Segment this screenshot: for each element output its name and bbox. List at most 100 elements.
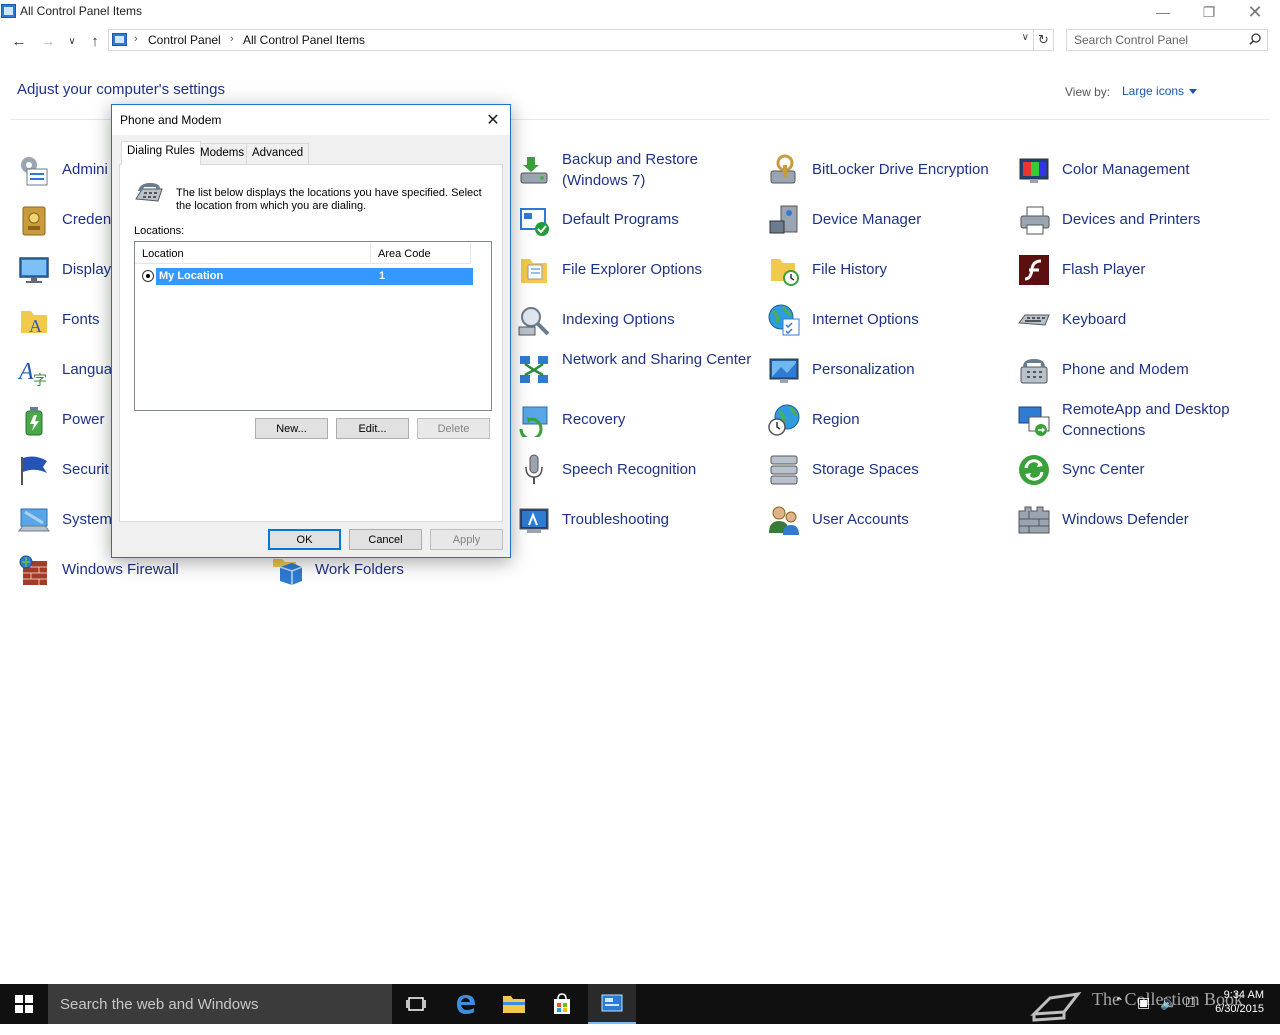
item-label: Devices and Printers [1062, 211, 1201, 228]
chevron-down-icon[interactable]: ∨ [1022, 32, 1029, 43]
search-input[interactable] [1074, 33, 1244, 47]
apply-button[interactable]: Apply [430, 529, 503, 550]
edit-button[interactable]: Edit... [336, 418, 409, 439]
item-network-sharing[interactable]: Network and Sharing Center [517, 351, 757, 397]
item-default-programs[interactable]: Default Programs [517, 203, 757, 247]
remoteapp-icon [1018, 406, 1050, 436]
item-troubleshooting[interactable]: Troubleshooting [517, 503, 757, 547]
dialog-title-bar[interactable]: Phone and Modem ✕ [112, 105, 510, 135]
task-view-button[interactable] [392, 984, 440, 1024]
item-keyboard[interactable]: Keyboard [1017, 303, 1257, 347]
item-storage-spaces[interactable]: Storage Spaces [767, 453, 1007, 497]
ok-button[interactable]: OK [268, 529, 341, 550]
item-bitlocker[interactable]: BitLocker Drive Encryption [767, 153, 1007, 197]
microphone-icon [525, 454, 543, 484]
item-personalization[interactable]: Personalization [767, 353, 1007, 397]
folder-icon [503, 996, 525, 1013]
item-remoteapp[interactable]: RemoteApp and Desktop Connections [1017, 401, 1257, 447]
new-button[interactable]: New... [255, 418, 328, 439]
sync-icon [1019, 455, 1049, 485]
search-box[interactable] [1066, 29, 1268, 51]
dialog-title: Phone and Modem [120, 113, 222, 127]
control-panel-icon [112, 33, 127, 46]
item-label: Device Manager [812, 211, 922, 228]
item-label: RemoteApp and Desktop Connections [1062, 401, 1230, 439]
breadcrumb-all-items[interactable]: All Control Panel Items [243, 33, 365, 47]
breadcrumb-control-panel[interactable]: Control Panel [148, 33, 221, 47]
svg-text:字: 字 [33, 372, 47, 387]
locations-list[interactable]: Location Area Code My Location 1 [134, 241, 492, 411]
item-device-manager[interactable]: Device Manager [767, 203, 1007, 247]
color-management-icon [1019, 158, 1049, 183]
item-work-folders[interactable]: Work Folders [270, 553, 510, 597]
close-button[interactable]: ✕ [1232, 0, 1278, 24]
back-button[interactable]: ← [9, 31, 29, 51]
minimize-button[interactable]: — [1140, 0, 1186, 24]
item-windows-defender[interactable]: Windows Defender [1017, 503, 1257, 547]
taskbar-control-panel[interactable] [588, 984, 636, 1024]
clock-date: 6/30/2015 [1215, 1003, 1264, 1015]
cancel-button[interactable]: Cancel [349, 529, 422, 550]
system-icon [17, 508, 51, 532]
volume-icon[interactable]: 🔈 [1160, 994, 1177, 1034]
item-speech-recognition[interactable]: Speech Recognition [517, 453, 757, 497]
network-tray-icon[interactable]: ▣ [1137, 994, 1150, 1034]
svg-text:A: A [29, 316, 42, 336]
delete-button[interactable]: Delete [417, 418, 490, 439]
system-clock[interactable]: 9:34 AM 6/30/2015 [1214, 988, 1264, 1016]
phone-modem-dialog: Phone and Modem ✕ Dialing Rules Modems A… [111, 104, 511, 558]
navigation-bar: ← → ∨ ↑ › Control Panel › All Control Pa… [0, 28, 1280, 54]
list-item[interactable]: My Location 1 [141, 268, 473, 285]
dialog-close-button[interactable]: ✕ [476, 105, 510, 135]
defender-icon [1018, 506, 1050, 534]
item-label: Default Programs [562, 211, 679, 228]
tab-dialing-rules[interactable]: Dialing Rules [121, 141, 201, 165]
column-header-area-code[interactable]: Area Code [371, 242, 471, 264]
title-bar: All Control Panel Items — ❐ ✕ [0, 0, 1280, 24]
item-region[interactable]: Region [767, 403, 1007, 447]
taskbar-file-explorer[interactable] [490, 984, 538, 1024]
recent-locations-dropdown[interactable]: ∨ [62, 31, 82, 51]
task-view-icon [406, 997, 426, 1011]
item-label: File Explorer Options [562, 261, 703, 278]
item-devices-printers[interactable]: Devices and Printers [1017, 203, 1257, 247]
tab-advanced[interactable]: Advanced [246, 143, 310, 164]
location-radio[interactable] [142, 270, 154, 282]
item-label: Region [812, 411, 860, 428]
item-internet-options[interactable]: Internet Options [767, 303, 1007, 347]
item-sync-center[interactable]: Sync Center [1017, 453, 1257, 497]
item-label: Windows Defender [1062, 511, 1189, 528]
tab-modems[interactable]: Modems [194, 143, 251, 164]
address-bar[interactable]: › Control Panel › All Control Panel Item… [108, 29, 1034, 51]
item-recovery[interactable]: Recovery [517, 403, 757, 447]
action-center-icon[interactable]: □ [1186, 994, 1194, 1034]
item-user-accounts[interactable]: User Accounts [767, 503, 1007, 547]
column-header-location[interactable]: Location [135, 242, 371, 264]
item-label: User Accounts [812, 511, 909, 528]
up-button[interactable]: ↑ [85, 31, 105, 51]
item-phone-modem[interactable]: Phone and Modem [1017, 353, 1257, 397]
item-file-explorer-options[interactable]: File Explorer Options [517, 253, 757, 297]
start-button[interactable] [0, 984, 48, 1024]
store-icon [554, 993, 570, 1014]
fonts-icon: A [21, 311, 47, 336]
taskbar-edge[interactable] [442, 984, 490, 1024]
refresh-button[interactable]: ↻ [1034, 29, 1054, 51]
windows-logo-icon [15, 995, 33, 1013]
chevron-up-icon[interactable]: ⌃ [1114, 995, 1124, 1035]
item-file-history[interactable]: File History [767, 253, 1007, 297]
forward-button[interactable]: → [38, 31, 58, 51]
flag-icon [21, 456, 47, 485]
item-label: Internet Options [812, 311, 919, 328]
item-label: Fonts [62, 311, 100, 328]
item-backup-restore[interactable]: Backup and Restore (Windows 7) [517, 151, 757, 197]
item-indexing-options[interactable]: Indexing Options [517, 303, 757, 347]
item-color-management[interactable]: Color Management [1017, 153, 1257, 197]
item-flash-player[interactable]: Flash Player [1017, 253, 1257, 297]
taskbar-search[interactable]: Search the web and Windows [48, 984, 392, 1024]
flash-player-icon [1019, 255, 1049, 285]
view-by-dropdown[interactable]: Large icons [1122, 84, 1197, 98]
item-windows-firewall[interactable]: Windows Firewall [17, 553, 257, 597]
taskbar-store[interactable] [538, 984, 586, 1024]
restore-button[interactable]: ❐ [1186, 0, 1232, 24]
